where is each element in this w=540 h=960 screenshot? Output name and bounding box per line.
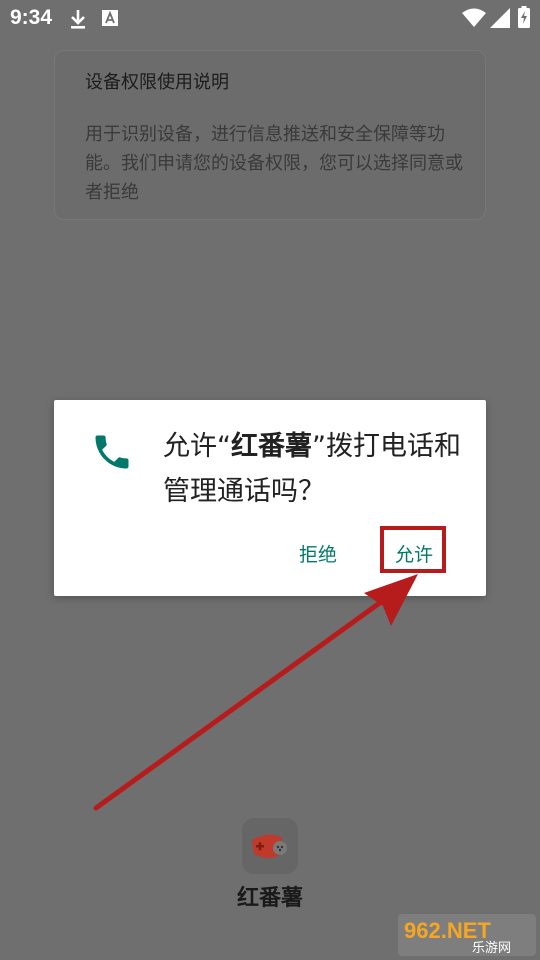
screen: 9:34 设备权限使用说明 用于识别设备，进行信息推送和安全保障等功能。我们申请…	[0, 0, 540, 960]
annotation-arrow	[93, 574, 418, 811]
watermark-sub: 乐游网	[472, 941, 511, 956]
gamepad-icon	[252, 834, 287, 858]
app-icon	[242, 818, 298, 874]
watermark-logo: 962.NET 乐游网	[398, 914, 536, 956]
watermark-main: 962.NET	[404, 918, 491, 943]
app-name-label: 红番薯	[236, 886, 303, 911]
